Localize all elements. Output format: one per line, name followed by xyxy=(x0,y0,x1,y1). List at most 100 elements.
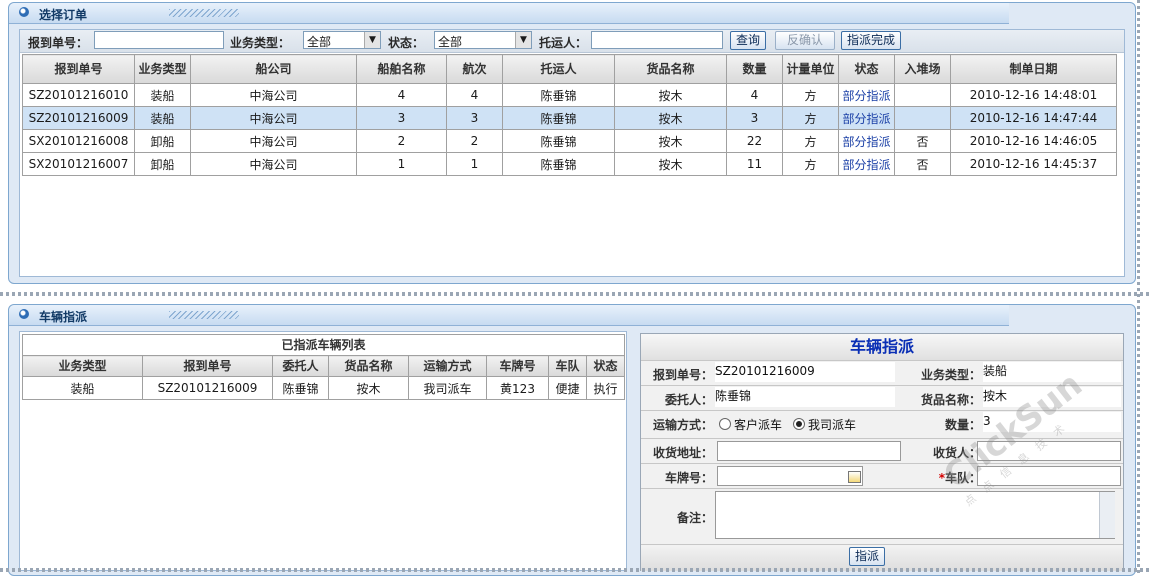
order-status-cell[interactable]: 部分指派 xyxy=(838,129,895,153)
remark-textarea[interactable] xyxy=(715,491,1115,539)
panel-bullet-icon xyxy=(19,7,29,17)
consignee-input[interactable] xyxy=(977,441,1121,461)
form-plate-label: 车牌号： xyxy=(664,471,713,485)
dispatch-done-button[interactable]: 指派完成 xyxy=(841,31,902,50)
table-cell: 2 xyxy=(446,129,503,153)
transport-option-customer-label: 客户派车 xyxy=(734,418,783,432)
table-cell: 装船 xyxy=(134,83,191,107)
query-button[interactable]: 查询 xyxy=(730,31,767,50)
table-cell: 4 xyxy=(446,83,503,107)
order-col-header: 数量 xyxy=(726,54,783,84)
form-client-value: 陈垂锦 xyxy=(715,387,895,407)
table-cell: 装船 xyxy=(134,106,191,130)
form-address-label: 收货地址： xyxy=(652,446,713,460)
table-cell: 否 xyxy=(894,152,951,176)
form-quantity-value: 3 xyxy=(983,412,1121,432)
shipper-input[interactable] xyxy=(591,31,723,49)
biz-type-select[interactable]: 全部 ▼ xyxy=(303,31,381,49)
order-col-header: 报到单号 xyxy=(22,54,135,84)
form-client-label: 委托人： xyxy=(664,393,713,407)
vehicle-col-header: 报到单号 xyxy=(142,355,273,377)
order-col-header: 计量单位 xyxy=(782,54,839,84)
form-quantity-label: 数量： xyxy=(944,418,981,432)
order-table: 报到单号 业务类型 船公司 船舶名称 航次 托运人 货品名称 数量 计量单位 状态 入堆场 制单日期 … xyxy=(22,54,1117,176)
order-status-cell[interactable]: 部分指派 xyxy=(838,152,895,176)
form-goods-value: 按木 xyxy=(983,387,1121,407)
vehicle-col-header: 状态 xyxy=(585,355,626,377)
table-cell: 黄123 xyxy=(486,376,549,400)
fleet-input[interactable] xyxy=(977,466,1121,486)
panel-bullet-icon xyxy=(19,309,29,319)
table-cell: SZ20101216009 xyxy=(22,106,135,130)
biz-type-label: 业务类型： xyxy=(230,36,291,50)
order-col-header: 船舶名称 xyxy=(356,54,447,84)
transport-radio-customer[interactable]: 客户派车 xyxy=(719,416,782,433)
order-panel-tab: 选择订单 xyxy=(9,3,1009,24)
table-cell: 3 xyxy=(356,106,447,130)
table-cell: 按木 xyxy=(614,152,727,176)
form-report-no-value: SZ20101216009 xyxy=(715,362,895,382)
table-cell: 按木 xyxy=(614,106,727,130)
table-cell: 按木 xyxy=(614,83,727,107)
vehicle-panel-tab: 车辆指派 xyxy=(9,305,1009,326)
order-status-link[interactable]: 部分指派 xyxy=(842,158,890,172)
order-status-cell[interactable]: 部分指派 xyxy=(838,83,895,107)
radio-unchecked-icon xyxy=(719,418,731,430)
radio-checked-icon xyxy=(793,418,805,430)
transport-option-ours-label: 我司派车 xyxy=(808,418,857,432)
status-label: 状态： xyxy=(388,36,425,50)
form-goods-label: 货品名称： xyxy=(920,393,981,407)
order-status-link[interactable]: 部分指派 xyxy=(842,89,890,103)
table-cell: SX20101216008 xyxy=(22,129,135,153)
address-input[interactable] xyxy=(717,441,901,461)
table-cell: 方 xyxy=(782,152,839,176)
order-table-header: 报到单号 业务类型 船公司 船舶名称 航次 托运人 货品名称 数量 计量单位 状态 入堆场 制单日期 xyxy=(22,54,1117,84)
assigned-vehicles-title: 已指派车辆列表 xyxy=(21,334,626,356)
table-cell: 3 xyxy=(446,106,503,130)
unconfirm-button[interactable]: 反确认 xyxy=(775,31,835,50)
table-row[interactable]: 装船 SZ20101216009 陈垂锦 按木 我司派车 黄123 便捷 执行 xyxy=(22,376,626,400)
order-col-header: 业务类型 xyxy=(134,54,191,84)
form-row-client: 委托人： 陈垂锦 货品名称： 按木 xyxy=(641,385,1123,410)
table-row[interactable]: SZ20101216009 装船 中海公司 3 3 陈垂锦 按木 3 方部分指派 2010-12-… xyxy=(22,106,1117,130)
form-row-remark: 备注： xyxy=(641,488,1123,545)
table-cell: 卸船 xyxy=(134,129,191,153)
table-row[interactable]: SX20101216007 卸船 中海公司 1 1 陈垂锦 按木 11 方部分指派否 2010-1… xyxy=(22,152,1117,176)
table-cell xyxy=(894,106,951,130)
report-no-input[interactable] xyxy=(94,31,224,49)
order-status-cell[interactable]: 部分指派 xyxy=(838,106,895,130)
table-cell: SZ20101216009 xyxy=(142,376,273,400)
order-col-header: 航次 xyxy=(446,54,503,84)
status-select[interactable]: 全部 ▼ xyxy=(434,31,532,49)
dispatch-button[interactable]: 指派 xyxy=(849,547,886,566)
form-row-transport: 运输方式： 客户派车 我司派车 数量： 3 xyxy=(641,410,1123,435)
dispatch-form-title: 车辆指派 xyxy=(641,334,1123,360)
status-selected: 全部 xyxy=(438,35,463,49)
order-status-link[interactable]: 部分指派 xyxy=(842,112,890,126)
textarea-scrollbar[interactable] xyxy=(1099,492,1115,538)
table-cell: 中海公司 xyxy=(190,83,357,107)
table-cell: 卸船 xyxy=(134,152,191,176)
lookup-picker-icon[interactable] xyxy=(848,471,861,483)
vehicle-col-header: 委托人 xyxy=(272,355,329,377)
plate-input[interactable] xyxy=(717,466,863,486)
assigned-vehicles-table: 已指派车辆列表 业务类型 报到单号 委托人 货品名称 运输方式 车牌号 车队 状态 装船 SZ2… xyxy=(21,334,626,400)
vehicle-col-header: 货品名称 xyxy=(328,355,409,377)
vehicle-col-header: 运输方式 xyxy=(408,355,487,377)
vehicle-status-cell[interactable]: 执行 xyxy=(585,376,626,400)
table-row[interactable]: SZ20101216010 装船 中海公司 4 4 陈垂锦 按木 4 方部分指派 2010-12-… xyxy=(22,83,1117,107)
order-status-link[interactable]: 部分指派 xyxy=(842,135,890,149)
table-cell: 便捷 xyxy=(548,376,587,400)
vehicle-panel-title: 车辆指派 xyxy=(39,310,88,324)
transport-radio-ours[interactable]: 我司派车 xyxy=(793,416,856,433)
table-row[interactable]: SX20101216008 卸船 中海公司 2 2 陈垂锦 按木 22 方部分指派否 2010-1… xyxy=(22,129,1117,153)
table-cell: 陈垂锦 xyxy=(502,152,615,176)
shipper-label: 托运人： xyxy=(539,36,588,50)
table-cell: 中海公司 xyxy=(190,152,357,176)
order-col-header: 托运人 xyxy=(502,54,615,84)
table-cell: 3 xyxy=(726,106,783,130)
table-cell: 2 xyxy=(356,129,447,153)
vehicle-col-header: 车牌号 xyxy=(486,355,549,377)
table-cell: 中海公司 xyxy=(190,129,357,153)
form-row-plate: 车牌号： *车队： xyxy=(641,463,1123,488)
